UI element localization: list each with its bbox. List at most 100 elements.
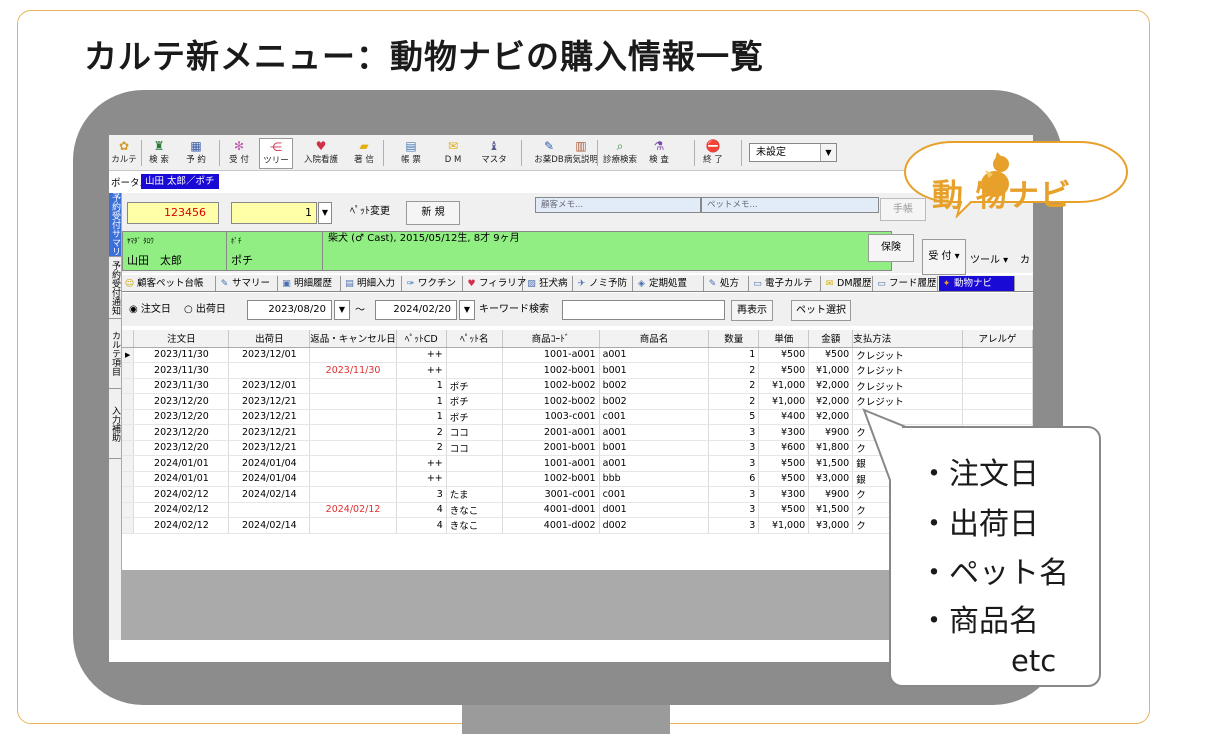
redisplay-button[interactable]: 再表示 [731,300,773,321]
column-header[interactable]: ﾍﾟｯﾄ名 [446,330,503,348]
date-from-field[interactable]: 2023/08/20 [247,300,332,320]
keyword-search-input[interactable] [562,300,725,320]
detail-history-icon: ▣ [282,279,291,289]
toolbar-button-label: 帳 票 [401,155,421,165]
row-selector[interactable] [122,502,135,518]
tab-food[interactable]: ▭ フード履歴 [874,276,938,291]
column-header[interactable]: 支払方法 [852,330,964,348]
tab-animal-navi[interactable]: ✦ 動物ナビ [939,276,1015,291]
toolbar-button-karte[interactable]: ✿ カルテ [109,138,139,169]
tab-monitor[interactable]: ▭ 電子カルテ [750,276,821,291]
cell-item: bbb [599,471,710,487]
portal-patient-tab[interactable]: 山田 太郎／ポチ [141,174,219,189]
toolbar-button-heart[interactable]: ♥ 入院看護 [301,138,341,169]
table-row[interactable]: ▶ 2023/11/30 2023/12/01 ++ 1001-a001 a001 1 ¥50… [122,347,1033,363]
column-header[interactable]: 返品・キャンセル日 [309,330,397,348]
tab-heart[interactable]: ♥ フィラリア [464,276,526,291]
column-header[interactable]: 数量 [708,330,760,348]
row-selector[interactable] [122,378,135,394]
prescription-icon: ✎ [708,279,717,289]
toolbar-button-magnifier[interactable]: ⌕ 診療検索 [602,138,638,169]
cell-cancel [309,471,397,487]
tab-mail[interactable]: ✉ DM履歴 [822,276,873,291]
toolbar-button-reception[interactable]: ✻ 受 付 [224,138,254,169]
toolbar-button-calendar[interactable]: ▦ 予 約 [179,138,213,169]
toolbar-button-tree[interactable]: ⋲ ツリー [259,138,293,169]
pet-number-dropdown[interactable]: ▼ [318,202,332,224]
row-selector[interactable] [122,455,135,472]
toolbar-button-mail[interactable]: ✉ D M [434,138,472,169]
stop-icon: ⛔ [705,139,721,153]
reception-button[interactable]: 受 付 ▾ [922,239,966,275]
vtab-karte-items[interactable]: カルテ項目 [109,319,121,389]
toolbar-button-test[interactable]: ⚗ 検 査 [642,138,676,169]
toolbar-button-book[interactable]: ▥ 病気説明 [564,138,598,169]
table-header-row: 注文日 出荷日 返品・キャンセル日 ﾍﾟｯﾄCD ﾍﾟｯﾄ名 商品ｺｰﾄﾞ 商品名 数量 単価金… [122,330,1033,348]
date-to-dropdown[interactable]: ▼ [459,300,475,320]
pet-change-button[interactable]: ﾍﾟｯﾄ変更 [335,202,405,224]
cell-pname: たま [446,486,503,503]
toolbar-button-binoculars[interactable]: ♜ 検 索 [143,138,175,169]
row-selector[interactable] [122,393,135,410]
cell-ship: 2023/12/21 [228,440,311,456]
form-icon: ▤ [405,139,417,153]
column-header[interactable]: 単価 [758,330,810,348]
radio-order-date[interactable]: ◉ 注文日 [129,303,171,317]
owner-id-field[interactable]: 123456 [127,202,219,224]
column-header[interactable]: アレルゲ [962,330,1033,348]
column-header[interactable]: 注文日 [133,330,230,348]
row-selector[interactable] [122,409,135,425]
date-from-dropdown[interactable]: ▼ [334,300,350,320]
vtab-notice[interactable]: 予約受付通知 [109,257,121,319]
cell-pcd: 3 [396,486,447,503]
tab-routine[interactable]: ◈ 定期処置 [634,276,704,291]
column-header[interactable]: ﾍﾟｯﾄCD [396,330,447,348]
tab-prescription[interactable]: ✎ 処方 [705,276,749,291]
cell-ship: 2023/12/21 [228,393,311,410]
column-header[interactable]: 金額 [808,330,854,348]
column-header[interactable]: 出荷日 [228,330,311,348]
row-selector[interactable] [122,517,135,534]
toolbar-separator [521,140,522,166]
pet-select-button[interactable]: ペット選択 [791,300,851,321]
pet-memo-field[interactable]: ペットメモ... [701,197,879,213]
tab-detail-input[interactable]: ▤ 明細入力 [342,276,402,291]
row-selector[interactable] [122,440,135,456]
status-combo[interactable]: 未設定 ▼ [749,143,837,162]
vtab-input-assist[interactable]: 入力補助 [109,389,121,459]
table-row[interactable]: 2023/11/30 2023/12/01 1 ポチ 1002-b002 b002 2 ¥1,… [122,378,1033,394]
row-selector[interactable] [122,486,135,503]
cell-pay: クレジット [852,378,964,394]
column-header[interactable]: 商品ｺｰﾄﾞ [502,330,600,348]
cell-cancel [309,378,397,394]
toolbar-button-form[interactable]: ▤ 帳 票 [394,138,428,169]
toolbar-button-folder[interactable]: ▰ 著 信 [346,138,382,169]
toolbar-button-medicine[interactable]: ✎ お薬DB [533,138,565,169]
vtab-summary[interactable]: 予約受付サマリー [109,193,121,257]
toolbar-button-stop[interactable]: ⛔ 終 了 [699,138,727,169]
tab-syringe[interactable]: ✑ ワクチン [403,276,463,291]
insurance-button[interactable]: 保険 [868,234,914,262]
radio-ship-date[interactable]: ○ 出荷日 [184,303,226,317]
pet-number-field[interactable]: 1 [231,202,317,224]
tab-flea[interactable]: ✈ ノミ予防 [574,276,633,291]
table-row[interactable]: 2023/11/30 2023/11/30 ++ 1002-b001 b001 2 ¥500… [122,362,1033,379]
date-to-field[interactable]: 2024/02/20 [375,300,457,320]
row-selector[interactable] [122,362,135,379]
tab-summary[interactable]: ✎ サマリー [217,276,278,291]
new-button[interactable]: 新 規 [406,201,460,225]
column-header[interactable]: 商品名 [599,330,710,348]
row-selector[interactable] [122,424,135,441]
tab-smile[interactable]: ☺ 顧客ペット台帳 [122,276,216,291]
row-selector[interactable]: ▶ [122,347,135,363]
cell-price: ¥1,000 [758,517,810,534]
toolbar-button-master[interactable]: ♝ マスタ [476,138,512,169]
customer-memo-field[interactable]: 顧客メモ... [535,197,701,213]
tab-rabies[interactable]: ▨ 狂犬病 [524,276,573,291]
tool-menu[interactable]: ツール ▾ [970,251,1008,266]
row-selector[interactable] [122,471,135,487]
cell-amount: ¥2,000 [808,378,854,394]
cell-code: 1002-b001 [502,471,600,487]
extra-menu[interactable]: カ [1020,251,1030,266]
tab-detail-history[interactable]: ▣ 明細履歴 [279,276,341,291]
